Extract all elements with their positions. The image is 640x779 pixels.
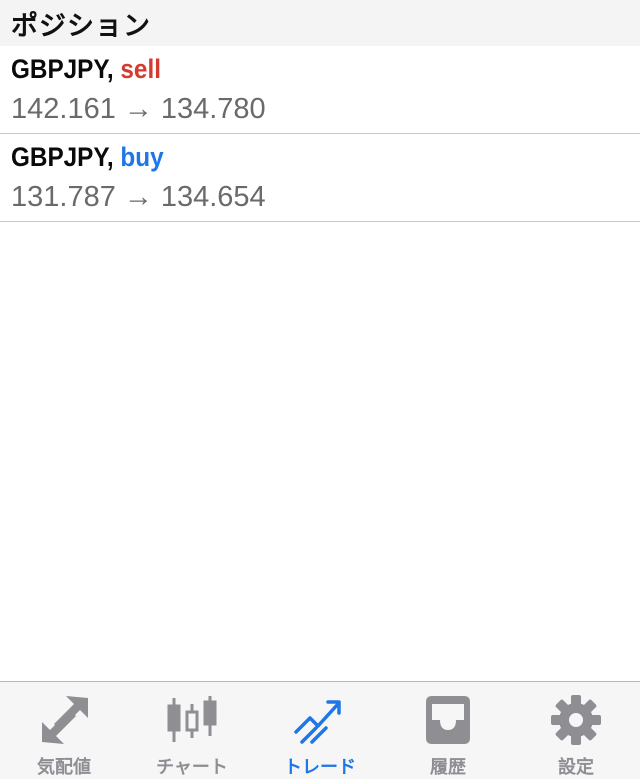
trade-trend-icon: [292, 692, 348, 748]
position-side: buy: [120, 142, 164, 172]
tab-label: 履歴: [430, 757, 466, 778]
position-prices: 142.161 → 134.780: [11, 93, 266, 126]
position-side: sell: [120, 54, 161, 84]
right-arrow-icon: →: [123, 93, 153, 125]
position-row-sell[interactable]: GBPJPY, sell 142.161 → 134.780: [0, 46, 640, 134]
candlestick-chart-icon: [164, 692, 220, 748]
position-symbol: GBPJPY,: [11, 142, 114, 172]
trade-screen: ポジション GBPJPY, sell 142.161 → 134.780 GBPJP…: [0, 0, 640, 779]
position-title: GBPJPY, sell: [11, 54, 161, 85]
tab-label: トレード: [284, 757, 356, 778]
section-header: ポジション: [0, 0, 640, 46]
history-tray-icon: [420, 692, 476, 748]
tab-chart[interactable]: チャート: [128, 682, 256, 779]
quotes-arrows-icon: [36, 692, 92, 748]
current-price: 134.654: [160, 181, 266, 213]
section-title: ポジション: [11, 10, 151, 42]
open-price: 142.161: [11, 93, 116, 125]
tab-quotes[interactable]: 気配値: [0, 682, 128, 779]
tab-label: 気配値: [37, 757, 91, 778]
position-row-buy[interactable]: GBPJPY, buy 131.787 → 134.654: [0, 134, 640, 222]
tab-history[interactable]: 履歴: [384, 682, 512, 779]
tab-label: 設定: [558, 757, 594, 778]
position-prices: 131.787 → 134.654: [11, 181, 266, 214]
position-symbol: GBPJPY,: [11, 54, 114, 84]
tab-trade[interactable]: トレード: [256, 682, 384, 779]
gear-icon: [548, 692, 604, 748]
tab-label: チャート: [156, 757, 228, 778]
right-arrow-icon: →: [123, 181, 153, 213]
current-price: 134.780: [160, 93, 266, 125]
open-price: 131.787: [11, 181, 116, 213]
tab-bar: 気配値 チャート トレード 履歴 設定: [0, 681, 640, 779]
position-title: GBPJPY, buy: [11, 142, 164, 173]
tab-settings[interactable]: 設定: [512, 682, 640, 779]
